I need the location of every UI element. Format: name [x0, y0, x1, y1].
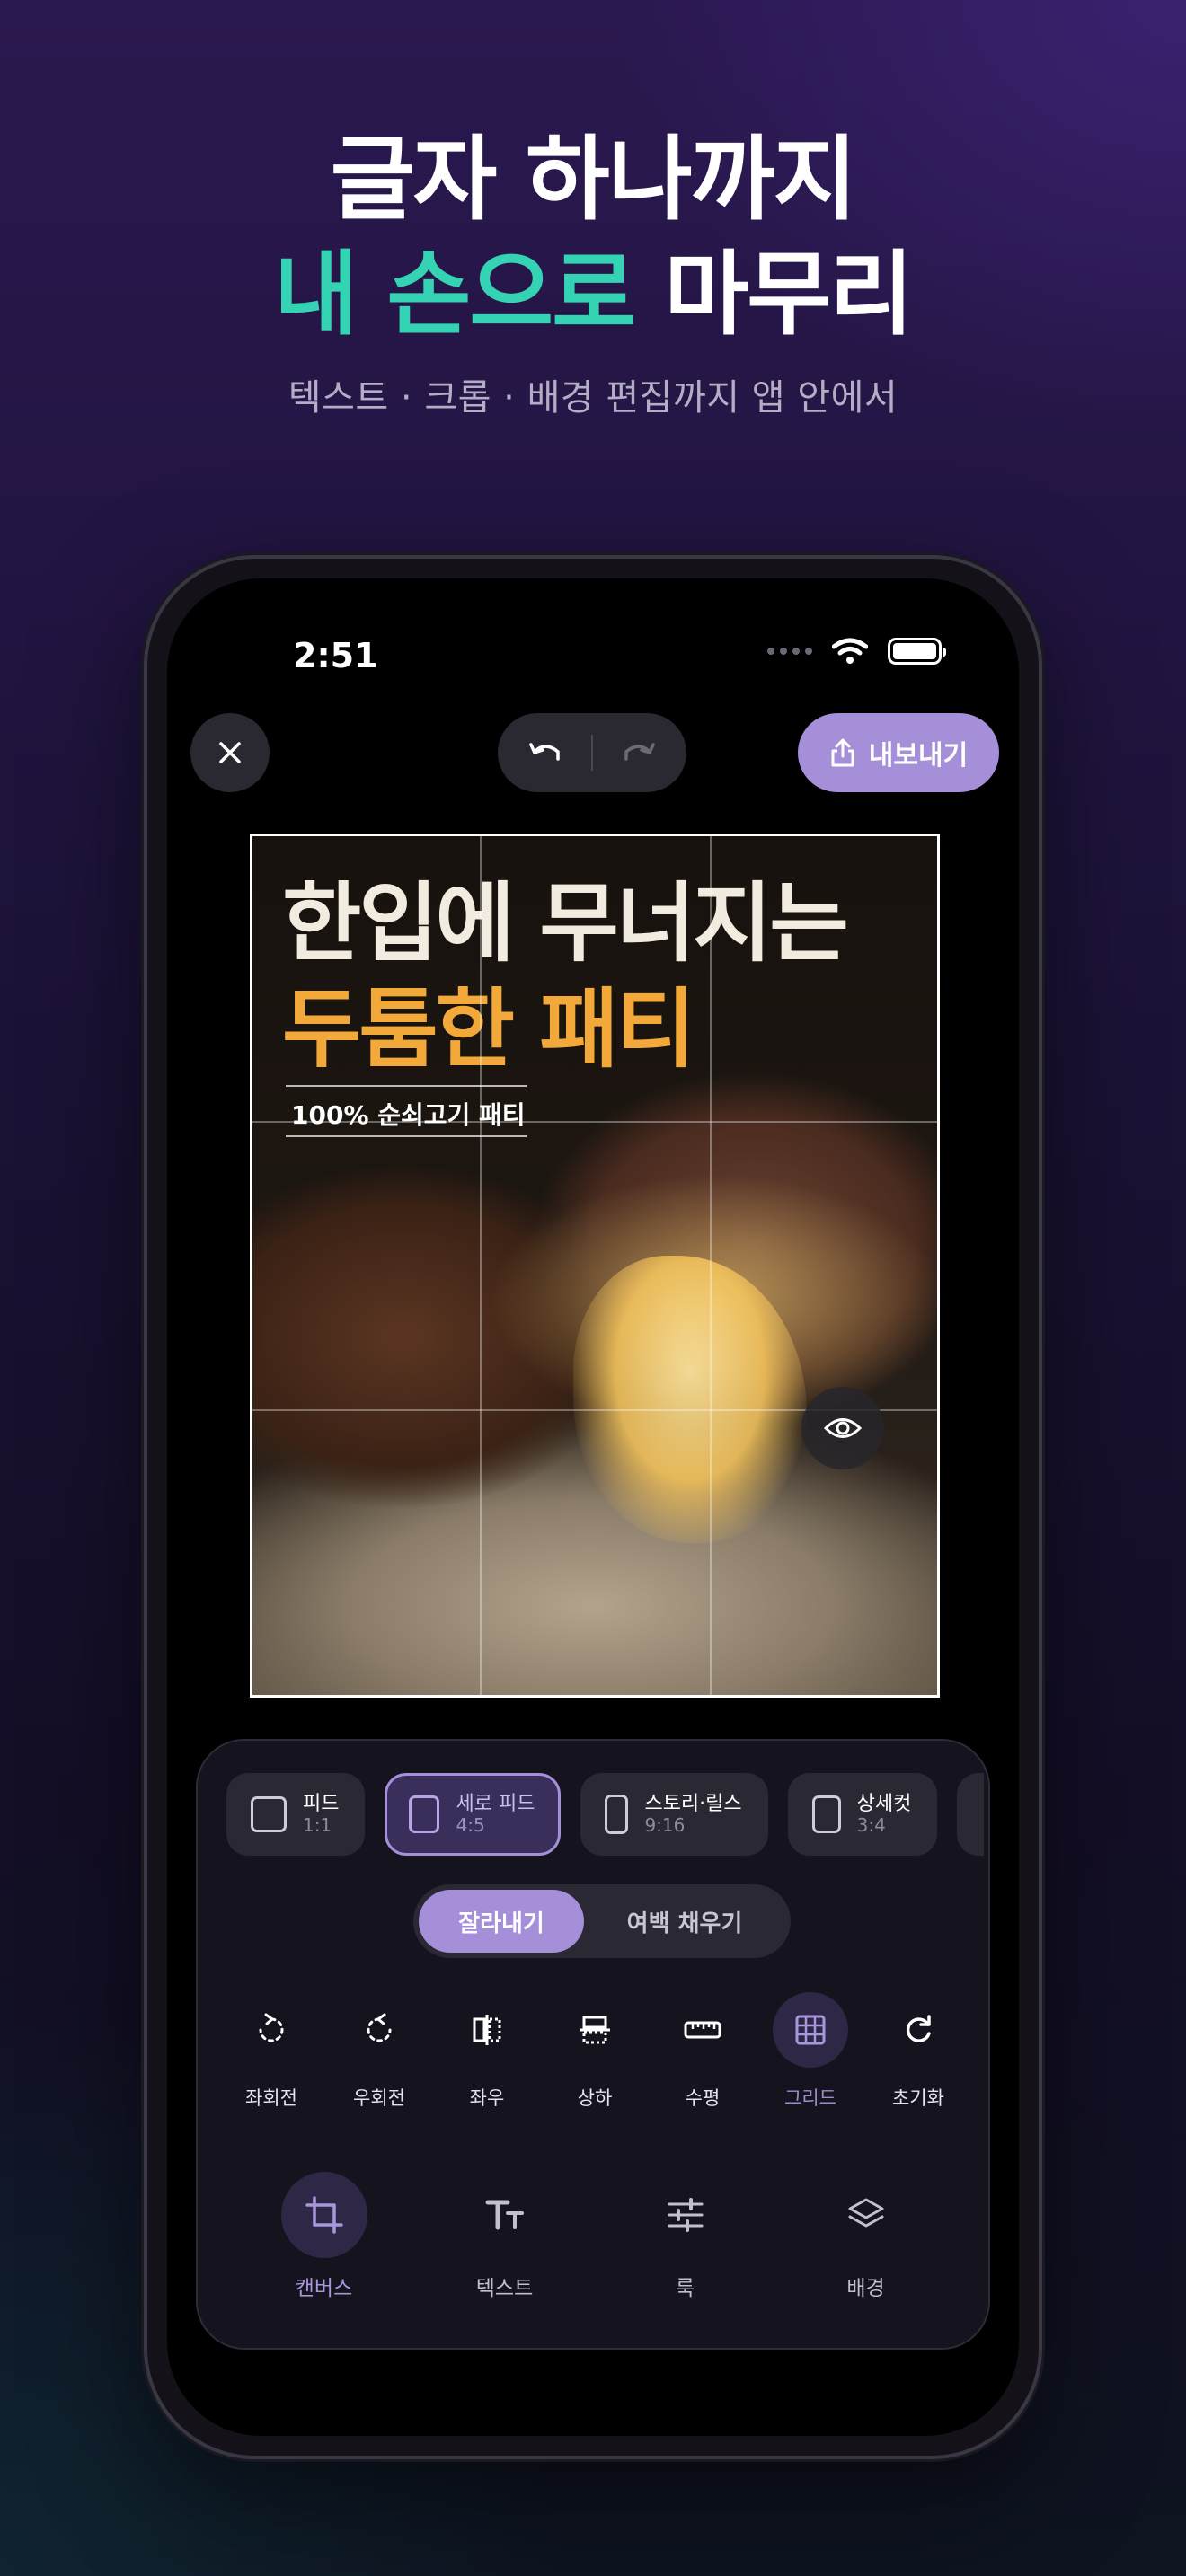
ratio-value: 1:1 [303, 1814, 332, 1837]
tab-label: 배경 [846, 2277, 885, 2300]
hero-title-accent: 내 손으로 [274, 242, 636, 348]
square-frame-icon [251, 1796, 287, 1832]
status-time: 2:51 [293, 636, 378, 675]
hero-title-rest: 마무리 [633, 242, 914, 348]
signal-icon [767, 648, 812, 655]
status-icons [767, 638, 946, 665]
battery-icon [888, 638, 946, 665]
detail-frame-icon [811, 1795, 841, 1833]
flip-vertical-icon [580, 2016, 610, 2044]
crop-frame[interactable] [250, 834, 940, 1698]
tool-label: 그리드 [784, 2087, 836, 2109]
phone-frame: 2:51 내보내기 한입에 무너지는 두툼한 패티 100% 순쇠고기 패티 피… [144, 555, 1042, 2459]
tool-rotate-right[interactable]: 우회전 [334, 1992, 424, 2111]
ratio-value: 3:4 [856, 1814, 886, 1837]
edit-canvas[interactable]: 한입에 무너지는 두툼한 패티 100% 순쇠고기 패티 [250, 834, 940, 1698]
grid-icon [795, 2015, 826, 2045]
tool-label: 상하 [577, 2087, 613, 2109]
tool-flip-horizontal[interactable]: 좌우 [442, 1992, 532, 2111]
tool-label: 초기화 [892, 2087, 944, 2109]
undo-icon[interactable] [527, 739, 563, 766]
flip-horizontal-icon [473, 2015, 501, 2045]
ratio-option-overflow[interactable] [957, 1773, 985, 1856]
ratio-option-story-reels[interactable]: 스토리·릴스 9:16 [580, 1773, 768, 1856]
ratio-option-feed[interactable]: 피드 1:1 [226, 1773, 366, 1856]
export-button[interactable]: 내보내기 [798, 713, 999, 792]
share-icon [831, 738, 854, 767]
crop-icon [305, 2196, 343, 2234]
fit-mode-crop[interactable]: 잘라내기 [419, 1890, 584, 1953]
sliders-icon [668, 2198, 703, 2232]
ruler-icon [684, 2021, 721, 2039]
phone-screen: 2:51 내보내기 한입에 무너지는 두툼한 패티 100% 순쇠고기 패티 피… [167, 578, 1019, 2436]
fit-mode-toggle: 잘라내기 여백 채우기 [413, 1884, 791, 1958]
portrait-frame-icon [409, 1795, 440, 1833]
undo-redo-divider [590, 735, 593, 771]
reset-icon [906, 2015, 931, 2042]
ratio-value: 4:5 [456, 1814, 485, 1837]
editor-tab-bar: 캔버스 텍스트 룩 배경 [234, 2172, 956, 2301]
hero-title-line2: 내 손으로 마무리 [0, 221, 1186, 353]
ratio-option-detail[interactable]: 상세컷 3:4 [787, 1773, 938, 1856]
export-label: 내보내기 [868, 740, 969, 772]
tool-label: 좌회전 [245, 2087, 297, 2109]
redo-icon[interactable] [621, 739, 657, 766]
tool-straighten[interactable]: 수평 [658, 1992, 748, 2111]
rotate-right-icon [367, 2013, 392, 2042]
ratio-name: 상세컷 [856, 1792, 912, 1815]
transform-tools: 좌회전 우회전 좌우 상하 수평 그리드 초기화 [226, 1992, 963, 2111]
tool-flip-vertical[interactable]: 상하 [550, 1992, 640, 2111]
tool-label: 우회전 [353, 2087, 405, 2109]
tab-canvas[interactable]: 캔버스 [261, 2172, 387, 2301]
tall-frame-icon [605, 1795, 629, 1834]
tool-label: 수평 [685, 2087, 721, 2109]
tab-look[interactable]: 룩 [623, 2172, 748, 2301]
preview-toggle-button[interactable] [801, 1387, 884, 1469]
ratio-name: 피드 [303, 1792, 340, 1815]
aspect-ratio-list: 피드 1:1 세로 피드 4:5 스토리·릴스 9:16 상세컷 3:4 [226, 1773, 985, 1856]
tab-label: 텍스트 [475, 2277, 534, 2300]
tab-label: 캔버스 [295, 2277, 353, 2300]
ratio-option-portrait-feed[interactable]: 세로 피드 4:5 [385, 1773, 562, 1856]
eye-icon [823, 1418, 863, 1438]
hero-title-line1: 글자 하나까지 [330, 127, 858, 234]
crop-tools-panel: 피드 1:1 세로 피드 4:5 스토리·릴스 9:16 상세컷 3:4 잘라내기 [196, 1739, 990, 2350]
tool-grid[interactable]: 그리드 [766, 1992, 855, 2111]
tool-rotate-left[interactable]: 좌회전 [226, 1992, 316, 2111]
hero-subtitle: 텍스트 · 크롭 · 배경 편집까지 앱 안에서 [288, 377, 898, 419]
close-button[interactable] [190, 713, 270, 792]
undo-redo-group [498, 713, 686, 792]
fit-mode-fill[interactable]: 여백 채우기 [584, 1890, 785, 1953]
wifi-icon [832, 638, 868, 664]
tab-label: 룩 [675, 2277, 695, 2300]
tool-label: 좌우 [469, 2087, 505, 2109]
close-icon [219, 742, 241, 763]
tab-text[interactable]: 텍스트 [442, 2172, 568, 2301]
ratio-value: 9:16 [644, 1814, 686, 1837]
ratio-name: 세로 피드 [456, 1792, 535, 1815]
layers-icon [848, 2198, 883, 2228]
tool-reset[interactable]: 초기화 [873, 1992, 963, 2111]
rotate-left-icon [259, 2013, 284, 2042]
tab-background[interactable]: 배경 [803, 2172, 929, 2301]
text-icon [485, 2200, 524, 2230]
ratio-name: 스토리·릴스 [644, 1792, 742, 1815]
